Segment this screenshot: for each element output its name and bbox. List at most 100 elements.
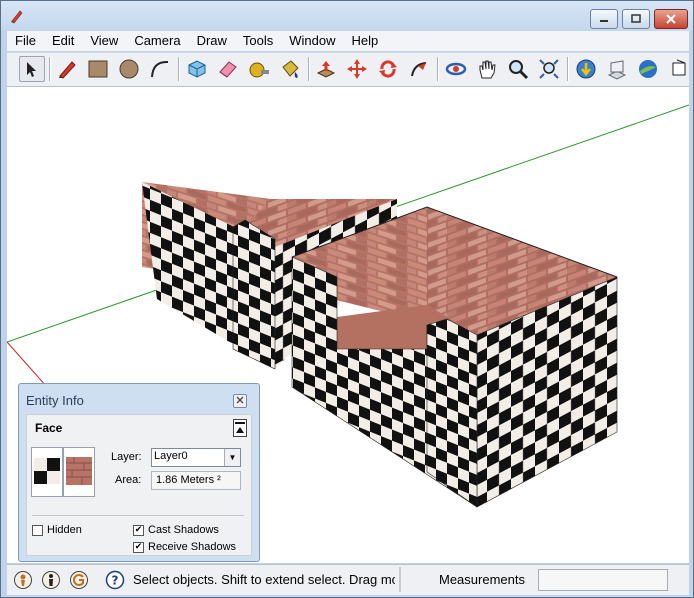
make-component-button[interactable]	[184, 56, 210, 82]
measurements-label: Measurements	[439, 572, 525, 587]
toolbar-separator	[308, 57, 310, 81]
cast-shadows-checkbox[interactable]: ✔	[133, 525, 144, 536]
get-models-button[interactable]	[573, 56, 599, 82]
back-material-swatch[interactable]	[63, 447, 95, 497]
paint-bucket-icon	[282, 60, 299, 78]
section-plane-button[interactable]	[667, 56, 693, 82]
collapse-arrow-icon	[235, 422, 245, 433]
entity-type-label: Face	[35, 421, 63, 435]
zoom-icon	[509, 60, 529, 80]
close-icon	[666, 14, 676, 24]
menu-help[interactable]: Help	[344, 31, 387, 51]
menu-edit[interactable]: Edit	[44, 31, 82, 51]
maximize-button[interactable]	[622, 9, 650, 29]
checker-material-icon	[34, 458, 60, 484]
menu-tools[interactable]: Tools	[235, 31, 281, 51]
chevron-down-icon: ▼	[224, 449, 240, 466]
hidden-checkbox[interactable]	[32, 525, 43, 536]
front-material-swatch[interactable]	[31, 447, 63, 497]
pencil-icon	[59, 61, 76, 79]
arc-button[interactable]	[147, 56, 173, 82]
select-arrow-icon	[27, 62, 36, 77]
get-models-icon	[576, 59, 596, 79]
orbit-button[interactable]	[443, 56, 469, 82]
rotate-icon	[379, 60, 397, 78]
eraser-button[interactable]	[215, 56, 241, 82]
push-pull-icon	[316, 61, 336, 78]
share-model-button[interactable]	[604, 56, 630, 82]
rotate-button[interactable]	[375, 56, 401, 82]
panel-divider	[32, 515, 244, 516]
credits-icon[interactable]	[41, 570, 61, 590]
select-button[interactable]	[19, 56, 45, 82]
menu-view[interactable]: View	[82, 31, 126, 51]
minimize-icon	[600, 20, 608, 22]
circle-button[interactable]	[116, 56, 142, 82]
sketchup-app-icon	[11, 10, 23, 24]
area-value-field: 1.86 Meters ²	[151, 471, 241, 490]
tape-measure-icon	[249, 62, 269, 78]
svg-text:?: ?	[112, 574, 119, 588]
rectangle-button[interactable]	[85, 56, 111, 82]
tape-measure-button[interactable]	[246, 56, 272, 82]
hidden-label: Hidden	[47, 524, 82, 536]
brick-material-icon	[64, 448, 94, 496]
pan-button[interactable]	[474, 56, 500, 82]
menu-draw[interactable]: Draw	[189, 31, 235, 51]
sketchup-window: File Edit View Camera Draw Tools Window …	[0, 0, 694, 598]
orbit-icon	[445, 62, 467, 76]
pencil-button[interactable]	[54, 56, 80, 82]
move-button[interactable]	[344, 56, 370, 82]
layer-select[interactable]: Layer0 ▼	[151, 448, 241, 467]
right-box-model[interactable]	[291, 206, 618, 508]
section-plane-icon	[672, 59, 686, 76]
toolbar-separator	[567, 57, 569, 81]
status-splitter[interactable]	[399, 567, 401, 592]
toolbar	[7, 52, 689, 87]
menu-bar: File Edit View Camera Draw Tools Window …	[7, 31, 689, 51]
layer-value: Layer0	[154, 450, 188, 462]
share-model-icon	[607, 60, 627, 80]
menu-file[interactable]: File	[7, 31, 44, 51]
area-value: 1.86 Meters ²	[156, 474, 221, 486]
move-icon	[347, 59, 367, 79]
receive-shadows-label: Receive Shadows	[148, 541, 237, 553]
maximize-icon	[631, 14, 641, 23]
menu-window[interactable]: Window	[281, 31, 343, 51]
geolocation-icon[interactable]	[13, 570, 33, 590]
paint-bucket-button[interactable]	[277, 56, 303, 82]
follow-me-icon	[411, 62, 427, 77]
pan-icon	[479, 60, 496, 79]
entity-info-panel: Entity Info Face Layer: Layer0 ▼ Area: 1…	[18, 383, 260, 562]
minimize-button[interactable]	[590, 9, 618, 29]
area-label: Area:	[115, 474, 142, 486]
toolbar-separator	[437, 57, 439, 81]
receive-shadows-checkbox[interactable]: ✔	[133, 542, 144, 553]
toolbar-separator	[178, 57, 180, 81]
zoom-extents-button[interactable]	[536, 56, 562, 82]
toolbar-separator	[49, 57, 51, 81]
zoom-extents-icon	[539, 59, 559, 79]
google-earth-button[interactable]	[635, 56, 661, 82]
push-pull-button[interactable]	[313, 56, 339, 82]
title-bar	[1, 1, 693, 31]
menu-camera[interactable]: Camera	[126, 31, 188, 51]
entity-info-close-button[interactable]	[233, 394, 247, 408]
follow-me-button[interactable]	[406, 56, 432, 82]
status-bar: ? Select objects. Shift to extend select…	[7, 564, 689, 595]
circle-icon	[119, 59, 139, 79]
rectangle-icon	[88, 60, 108, 78]
close-icon	[236, 396, 244, 404]
sign-in-icon[interactable]	[69, 570, 89, 590]
red-axis-line	[7, 341, 48, 388]
measurements-input[interactable]	[538, 569, 668, 591]
collapse-details-button[interactable]	[233, 419, 247, 437]
status-message: Select objects. Shift to extend select. …	[133, 572, 395, 587]
left-box-notch	[232, 219, 276, 370]
make-component-icon	[188, 60, 206, 78]
arc-icon	[151, 60, 169, 78]
close-button[interactable]	[654, 9, 688, 29]
zoom-button[interactable]	[505, 56, 531, 82]
eraser-icon	[219, 61, 237, 78]
help-icon[interactable]: ?	[105, 570, 125, 590]
